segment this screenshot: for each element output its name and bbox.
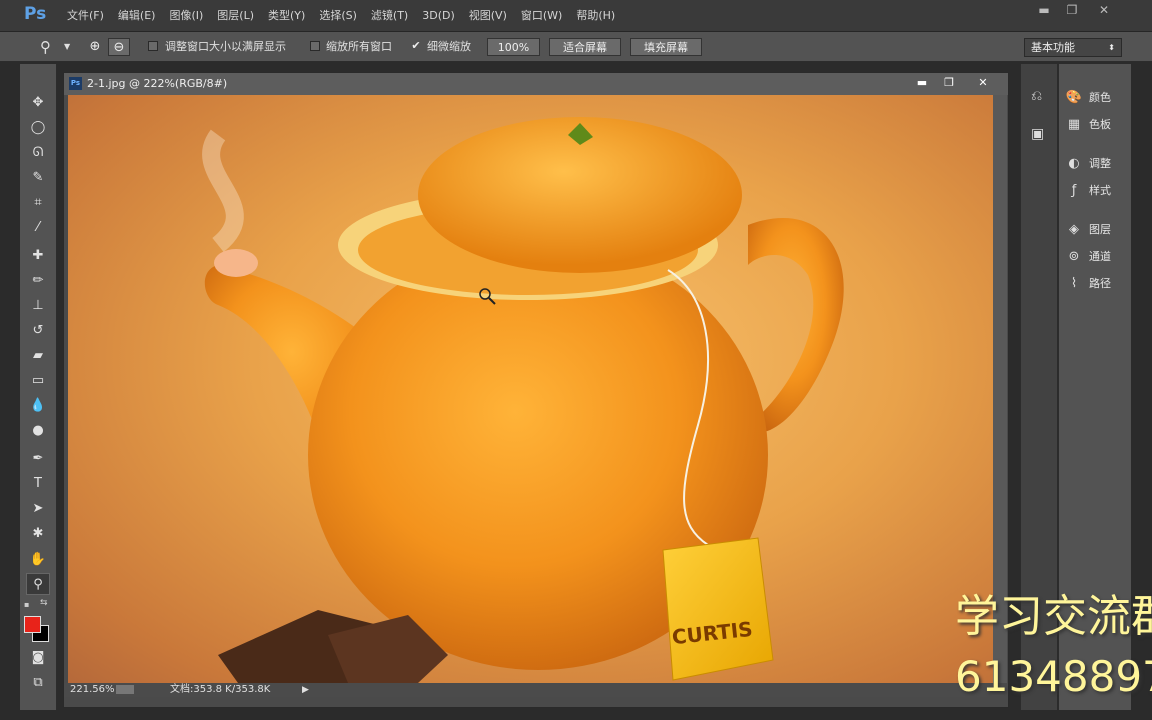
zoom-in-icon[interactable]: ⊕ — [84, 38, 106, 56]
menu-window[interactable]: 窗口(W) — [514, 0, 569, 32]
document-tab[interactable]: Ps 2-1.jpg @ 222%(RGB/8#) ▬ ❐ ✕ — [64, 73, 1008, 95]
shape-tool-icon[interactable]: ✱ — [26, 523, 50, 545]
menu-3d[interactable]: 3D(D) — [415, 0, 462, 32]
zoom-out-icon[interactable]: ⊖ — [108, 38, 130, 56]
adjustments-icon: ◐ — [1068, 156, 1080, 171]
panel-color[interactable]: 🎨 颜色 — [1065, 87, 1127, 109]
menu-help[interactable]: 帮助(H) — [569, 0, 622, 32]
doc-close-button[interactable]: ✕ — [970, 75, 996, 91]
eraser-tool-icon[interactable]: ▰ — [26, 345, 50, 367]
panel-color-label: 颜色 — [1089, 91, 1111, 104]
menu-edit[interactable]: 编辑(E) — [111, 0, 163, 32]
doc-minimize-button[interactable]: ▬ — [909, 75, 935, 91]
panel-layers-label: 图层 — [1089, 223, 1111, 236]
scrubby-zoom-checkbox[interactable]: ✔ — [411, 40, 421, 51]
menu-image[interactable]: 图像(I) — [162, 0, 210, 32]
fit-screen-button[interactable]: 适合屏幕 — [549, 38, 621, 56]
menu-type[interactable]: 类型(Y) — [261, 0, 312, 32]
menu-items: 文件(F) 编辑(E) 图像(I) 图层(L) 类型(Y) 选择(S) 滤镜(T… — [60, 0, 622, 32]
fill-screen-button[interactable]: 填充屏幕 — [630, 38, 702, 56]
menu-layer[interactable]: 图层(L) — [210, 0, 261, 32]
panel-swatches-label: 色板 — [1089, 118, 1111, 131]
panel-paths[interactable]: ⌇ 路径 — [1065, 273, 1127, 295]
photoshop-logo: Ps — [24, 4, 47, 24]
panel-adjustments-label: 调整 — [1089, 157, 1111, 170]
restore-button[interactable]: ❐ — [1058, 0, 1086, 20]
marquee-tool-icon[interactable]: ◯ — [26, 117, 50, 139]
menu-filter[interactable]: 滤镜(T) — [364, 0, 415, 32]
orange-teapot-image: CURTIS — [202, 117, 844, 683]
document-size: 文档:353.8 K/353.8K — [170, 684, 271, 695]
history-panel-icon[interactable]: ⎌ — [1031, 88, 1042, 104]
workspace-label: 基本功能 — [1031, 41, 1075, 54]
document-title: 2-1.jpg @ 222%(RGB/8#) — [87, 77, 228, 90]
image-canvas[interactable]: CURTIS — [68, 95, 993, 683]
quick-selection-tool-icon[interactable]: ✎ — [26, 167, 50, 189]
blur-tool-icon[interactable]: 💧 — [26, 395, 50, 417]
panel-swatches[interactable]: ▦ 色板 — [1065, 114, 1127, 136]
watermark-line-1: 学习交流群 — [955, 591, 1152, 642]
default-colors-icon[interactable]: ▪ — [24, 600, 29, 609]
zoom-tool-icon[interactable]: ⚲ — [40, 32, 51, 62]
menu-select[interactable]: 选择(S) — [312, 0, 364, 32]
panel-channels-label: 通道 — [1089, 250, 1111, 263]
layers-icon: ◈ — [1069, 222, 1079, 237]
paths-icon: ⌇ — [1070, 276, 1078, 291]
screen-mode-icon[interactable]: ⧉ — [26, 672, 50, 694]
lasso-tool-icon[interactable]: ᘏ — [26, 142, 50, 164]
zoom-tool-icon[interactable]: ⚲ — [26, 573, 50, 595]
tool-preset-chevron-icon[interactable]: ▼ — [64, 32, 70, 62]
menu-file[interactable]: 文件(F) — [60, 0, 111, 32]
eyedropper-tool-icon[interactable]: ⁄ — [26, 217, 50, 239]
quick-mask-icon[interactable]: ◙ — [26, 647, 50, 669]
status-menu-arrow-icon[interactable]: ▶ — [302, 683, 309, 697]
panel-styles-label: 样式 — [1089, 184, 1111, 197]
actual-pixels-button[interactable]: 100% — [487, 38, 540, 56]
panel-layers[interactable]: ◈ 图层 — [1065, 219, 1127, 241]
resize-windows-label: 调整窗口大小以满屏显示 — [165, 40, 286, 53]
status-bar: 221.56% 文档:353.8 K/353.8K ▶ — [64, 683, 1008, 697]
zoom-level[interactable]: 221.56% — [70, 683, 115, 697]
styles-icon: ƒ — [1071, 183, 1077, 198]
crop-tool-icon[interactable]: ⌗ — [26, 192, 50, 214]
zoom-all-label: 缩放所有窗口 — [326, 40, 392, 53]
brush-tool-icon[interactable]: ✏ — [26, 270, 50, 292]
move-tool-icon[interactable]: ✥ — [26, 92, 50, 114]
panel-channels[interactable]: ⊚ 通道 — [1065, 246, 1127, 268]
history-brush-tool-icon[interactable]: ↺ — [26, 320, 50, 342]
path-selection-tool-icon[interactable]: ➤ — [26, 498, 50, 520]
gradient-tool-icon[interactable]: ▭ — [26, 370, 50, 392]
tools-panel: ✥ ◯ ᘏ ✎ ⌗ ⁄ ✚ ✏ ⊥ ↺ ▰ ▭ 💧 ● ✒ T ➤ ✱ ✋ ⚲ … — [20, 64, 57, 710]
type-tool-icon[interactable]: T — [26, 473, 50, 495]
doc-restore-button[interactable]: ❐ — [936, 75, 962, 91]
watermark-line-2: 61348897 — [955, 652, 1152, 701]
hand-tool-icon[interactable]: ✋ — [26, 549, 50, 571]
panel-styles[interactable]: ƒ 样式 — [1065, 180, 1127, 202]
resize-windows-checkbox[interactable] — [148, 41, 158, 51]
options-bar: ⚲ ▼ ⊕ ⊖ 调整窗口大小以满屏显示 缩放所有窗口 ✔ 细微缩放 100% 适… — [0, 32, 1152, 62]
swatches-icon: ▦ — [1067, 117, 1081, 132]
panel-paths-label: 路径 — [1089, 277, 1111, 290]
zoom-all-checkbox[interactable] — [310, 41, 320, 51]
scrubby-zoom-label: 细微缩放 — [427, 40, 471, 53]
window-controls: ▬ ❐ ✕ — [1030, 0, 1122, 20]
panel-adjustments[interactable]: ◐ 调整 — [1065, 153, 1127, 175]
minimize-button[interactable]: ▬ — [1030, 0, 1058, 20]
ps-document-icon: Ps — [69, 77, 82, 90]
swap-colors-icon[interactable]: ⇆ — [40, 598, 48, 608]
workspace-select[interactable]: 基本功能 ⬍ — [1024, 38, 1122, 57]
properties-panel-icon[interactable]: ▣ — [1031, 126, 1044, 142]
healing-brush-tool-icon[interactable]: ✚ — [26, 245, 50, 267]
palette-icon: 🎨 — [1065, 90, 1083, 105]
pen-tool-icon[interactable]: ✒ — [26, 448, 50, 470]
status-options-icon[interactable] — [116, 685, 134, 694]
dodge-tool-icon[interactable]: ● — [26, 420, 50, 442]
clone-stamp-tool-icon[interactable]: ⊥ — [26, 295, 50, 317]
workspace-chevron-icon: ⬍ — [1108, 43, 1115, 52]
menu-bar: Ps 文件(F) 编辑(E) 图像(I) 图层(L) 类型(Y) 选择(S) 滤… — [0, 0, 1152, 32]
menu-view[interactable]: 视图(V) — [462, 0, 514, 32]
channels-icon: ⊚ — [1068, 249, 1080, 264]
foreground-color-swatch[interactable] — [24, 616, 41, 633]
close-button[interactable]: ✕ — [1086, 0, 1122, 20]
